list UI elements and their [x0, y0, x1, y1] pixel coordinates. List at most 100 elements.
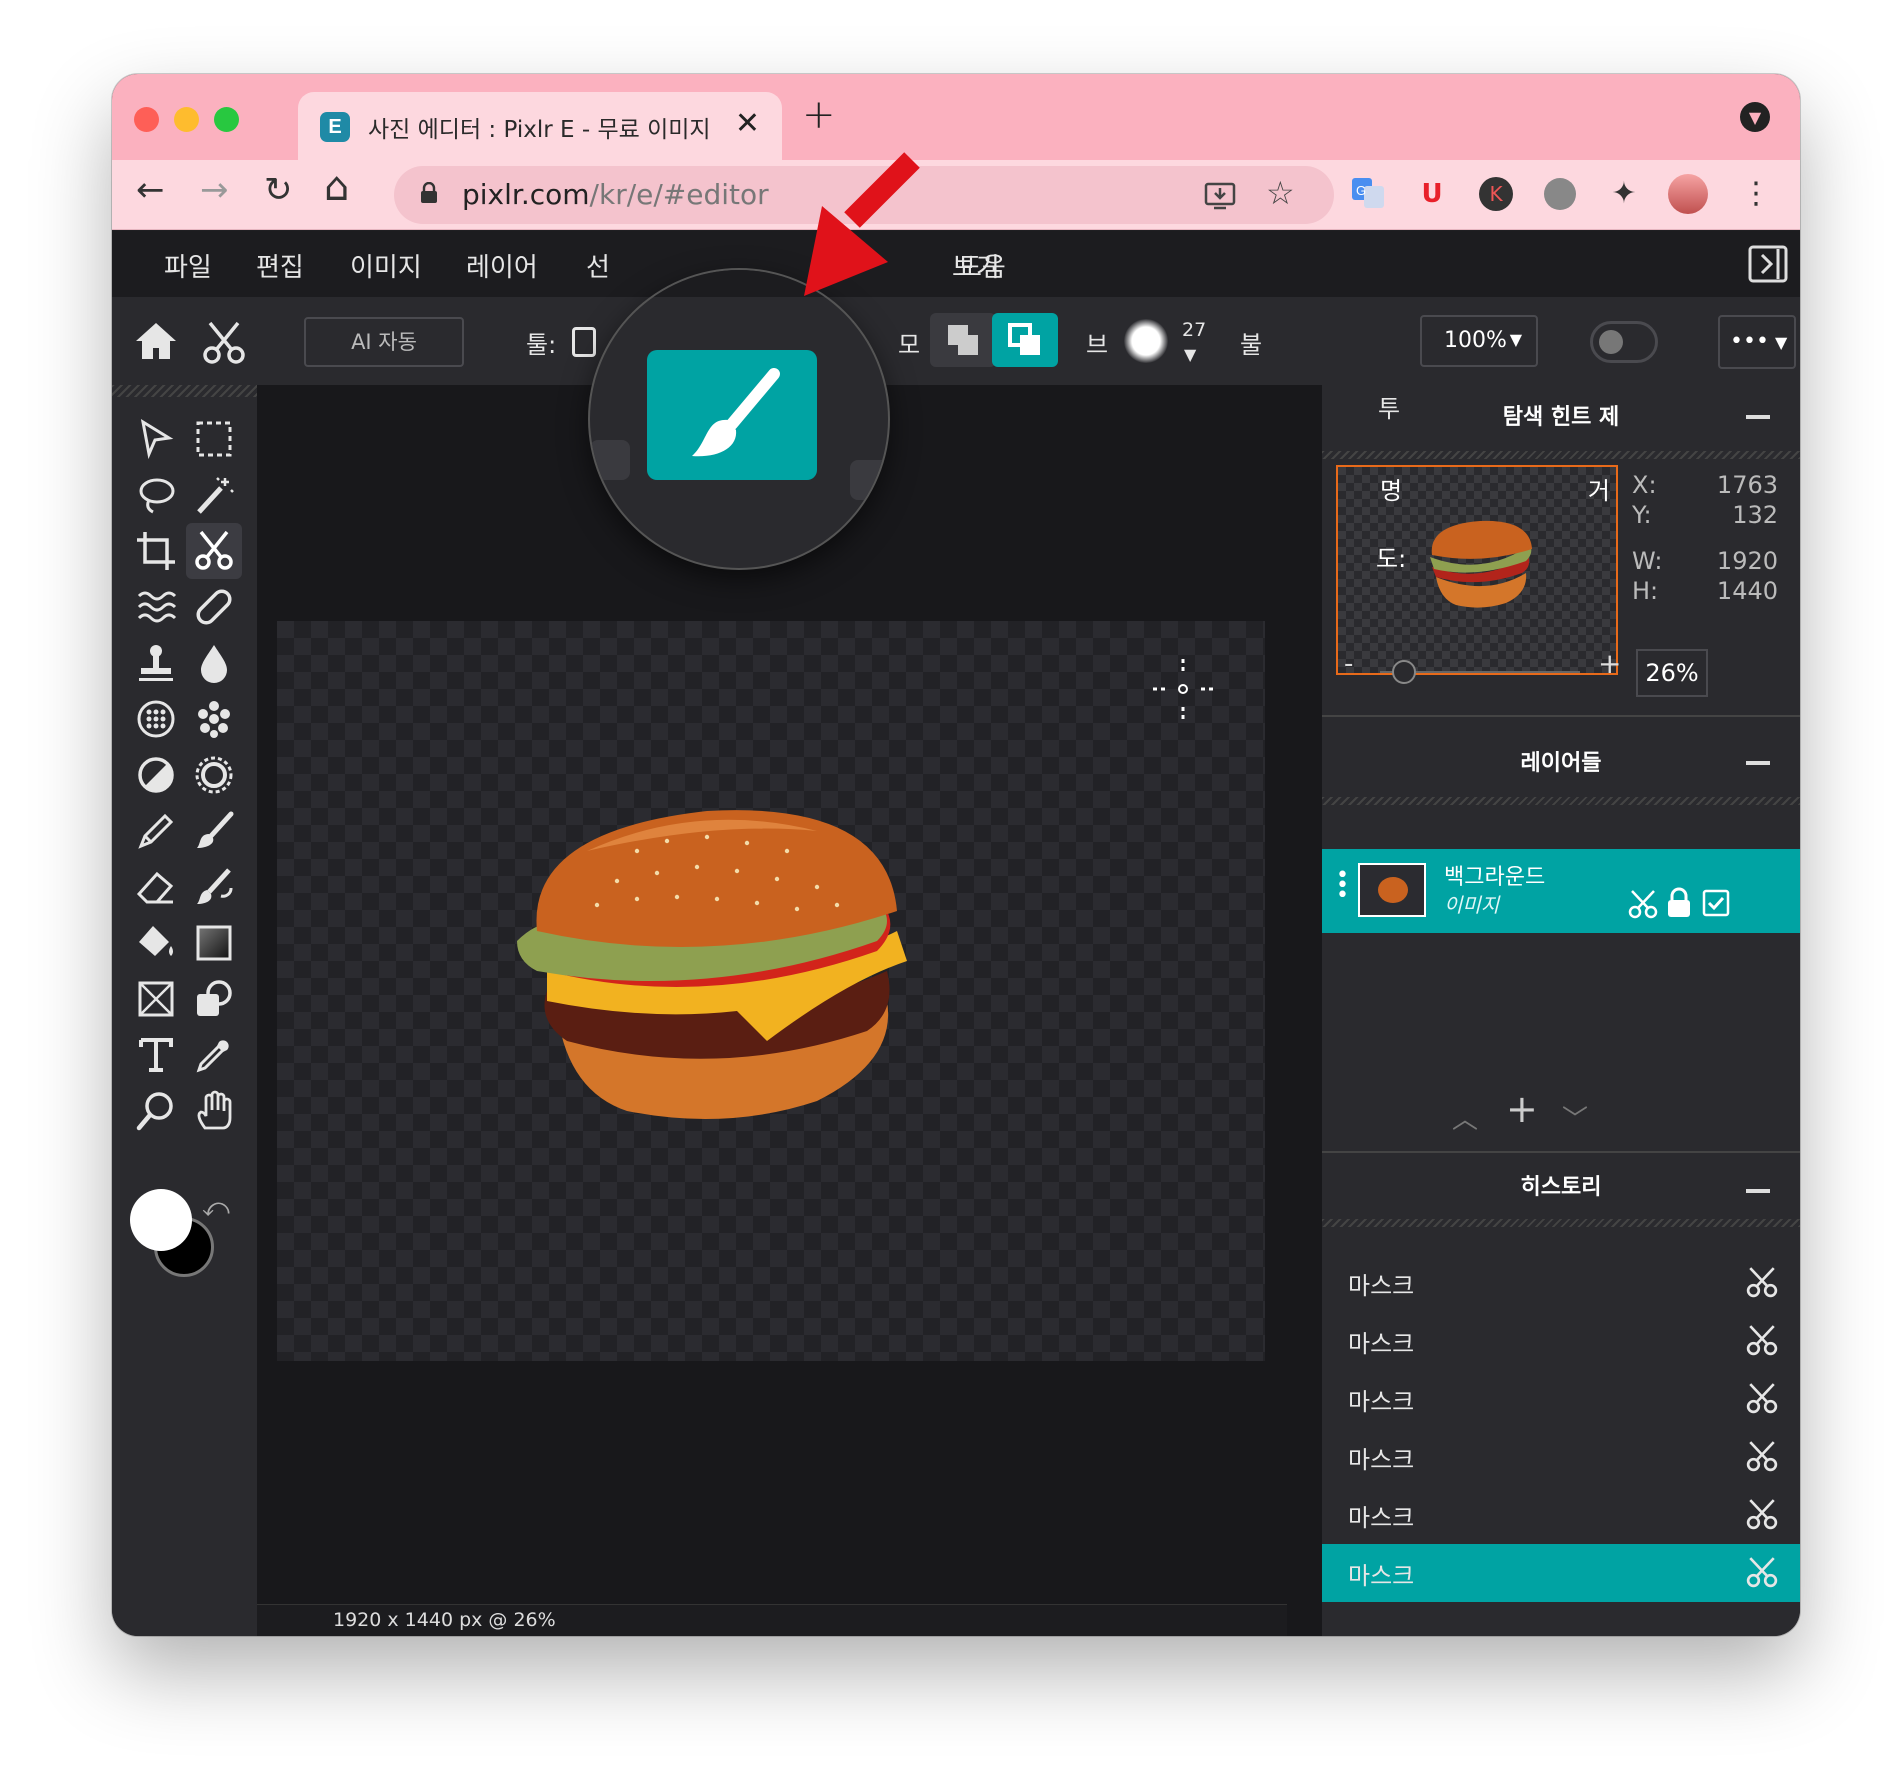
home-icon[interactable] — [134, 321, 178, 361]
history-item[interactable]: 마스크 — [1322, 1370, 1800, 1428]
history-item[interactable]: 마스크 — [1322, 1254, 1800, 1312]
zoom-in-button[interactable]: + — [1598, 647, 1621, 680]
history-item[interactable]: 마스크 — [1322, 1486, 1800, 1544]
sharpen-tool-icon[interactable] — [186, 747, 242, 803]
y-value: 132 — [1732, 501, 1778, 529]
blur-tool-icon[interactable] — [186, 635, 242, 691]
url-host: pixlr.com — [462, 178, 590, 211]
layer-lock-icon[interactable] — [1666, 887, 1692, 919]
marquee-tool-icon[interactable] — [186, 411, 242, 467]
forward-icon[interactable]: → — [200, 170, 229, 210]
share-extension-icon[interactable] — [1540, 174, 1580, 214]
translate-extension-icon[interactable]: G — [1348, 174, 1388, 214]
collapse-panel-icon[interactable] — [1748, 245, 1788, 283]
gradient-tool-icon[interactable] — [186, 915, 242, 971]
layer-mask-icon[interactable] — [1628, 889, 1658, 919]
lasso-tool-icon[interactable] — [128, 467, 184, 523]
collapse-layers-icon[interactable] — [1746, 761, 1770, 765]
scissors-icon — [1746, 1383, 1778, 1414]
color-replace-tool-icon[interactable] — [186, 859, 242, 915]
image-canvas[interactable] — [277, 621, 1265, 1361]
browser-menu-icon[interactable]: ⋮ — [1736, 174, 1776, 214]
browser-tab[interactable]: E 사진 에디터 : Pixlr E - 무료 이미지 편 ✕ — [298, 92, 782, 162]
k-extension-icon[interactable]: K — [1479, 177, 1513, 211]
zoom-out-button[interactable]: - — [1344, 649, 1353, 679]
arrange-tool-icon[interactable] — [128, 411, 184, 467]
panel-divider — [1322, 797, 1800, 805]
menu-image[interactable]: 이미지 — [350, 247, 422, 284]
magnifier-callout — [590, 270, 888, 568]
magic-wand-tool-icon[interactable] — [186, 467, 242, 523]
opacity-dropdown[interactable]: 100% ▼ — [1420, 315, 1538, 367]
brush-mode-button[interactable] — [647, 350, 817, 480]
pencil-tool-icon[interactable] — [128, 803, 184, 859]
panel-gutter — [1287, 385, 1322, 1636]
drag-handle-icon[interactable]: • • • — [1336, 865, 1349, 907]
feather-toggle[interactable] — [1590, 321, 1658, 363]
menu-layer[interactable]: 레이어 — [466, 247, 538, 284]
zoom-tool-icon[interactable] — [128, 1083, 184, 1139]
text-tool-icon[interactable] — [128, 1027, 184, 1083]
eraser-tool-icon[interactable] — [128, 859, 184, 915]
ai-auto-button[interactable]: AI 자동 — [304, 317, 464, 367]
mode-subtract-button[interactable] — [930, 313, 996, 367]
dodge-burn-tool-icon[interactable] — [128, 747, 184, 803]
shape-tool-icon[interactable] — [186, 971, 242, 1027]
foreground-color-swatch[interactable] — [130, 1189, 192, 1251]
profile-avatar[interactable] — [1668, 174, 1708, 214]
minimize-window-button[interactable] — [174, 107, 199, 132]
move-layer-down-icon[interactable]: ﹀ — [1562, 1099, 1588, 1136]
brush-size-chevron-icon[interactable]: ▼ — [1184, 345, 1196, 364]
close-window-button[interactable] — [134, 107, 159, 132]
collapse-navigator-icon[interactable] — [1746, 415, 1770, 419]
sponge-tool-icon[interactable] — [186, 691, 242, 747]
zoom-slider[interactable] — [1380, 660, 1580, 684]
close-tab-icon[interactable]: ✕ — [735, 106, 760, 141]
new-tab-button[interactable]: + — [802, 92, 836, 138]
install-app-icon[interactable] — [1204, 180, 1236, 210]
history-item[interactable]: 마스크 — [1322, 1312, 1800, 1370]
collapse-history-icon[interactable] — [1746, 1189, 1770, 1193]
canvas-viewport[interactable] — [257, 385, 1287, 1636]
menu-file[interactable]: 파일 — [164, 247, 212, 284]
menu-edit[interactable]: 편집 — [256, 247, 304, 284]
cutout-tool-icon[interactable] — [202, 321, 246, 365]
heal-tool-icon[interactable] — [186, 579, 242, 635]
right-panel: 탐색 힌트 제 투 명 도: 거 X: 1763 Y: 132 W: 1920 … — [1322, 385, 1800, 1636]
layer-visibility-checkbox-icon[interactable] — [1702, 889, 1730, 917]
home-icon[interactable]: ⌂ — [324, 164, 349, 210]
liquify-tool-icon[interactable] — [128, 579, 184, 635]
cutout-tool-icon[interactable] — [186, 523, 242, 579]
layer-row[interactable]: • • • 백그라운드 이미지 — [1322, 849, 1800, 933]
brush-preview[interactable] — [1124, 319, 1168, 363]
lasso-tool-option[interactable] — [572, 327, 596, 357]
more-options-button[interactable]: ••• ▼ — [1718, 315, 1796, 369]
crop-tool-icon[interactable] — [128, 523, 184, 579]
zoom-slider-thumb[interactable] — [1392, 660, 1416, 684]
move-layer-up-icon[interactable]: ︿ — [1452, 1099, 1478, 1136]
scissors-icon — [1746, 1325, 1778, 1356]
add-layer-icon[interactable]: + — [1506, 1087, 1538, 1131]
reload-icon[interactable]: ↻ — [264, 170, 293, 210]
swap-colors-icon[interactable]: ⤺ — [202, 1193, 230, 1224]
eyedropper-tool-icon[interactable] — [186, 1027, 242, 1083]
pixelate-tool-icon[interactable] — [128, 691, 184, 747]
lock-icon — [421, 182, 437, 203]
history-item[interactable]: 마스크 — [1322, 1428, 1800, 1486]
navigator-preview[interactable]: 명 도: 거 — [1336, 465, 1618, 675]
bookmark-star-icon[interactable]: ☆ — [1266, 174, 1295, 212]
menu-help[interactable]: 도움 — [958, 247, 1006, 284]
brush-tool-icon[interactable] — [186, 803, 242, 859]
zoom-value-input[interactable]: 26% — [1636, 649, 1708, 697]
mode-add-button[interactable] — [992, 313, 1058, 367]
clone-stamp-tool-icon[interactable] — [128, 635, 184, 691]
fill-tool-icon[interactable] — [128, 915, 184, 971]
back-icon[interactable]: ← — [136, 170, 165, 210]
ublock-extension-icon[interactable]: U — [1412, 174, 1452, 214]
puzzle-extensions-icon[interactable]: ✦ — [1604, 174, 1644, 214]
hand-tool-icon[interactable] — [186, 1083, 242, 1139]
placeholder-frame-tool-icon[interactable] — [128, 971, 184, 1027]
history-item[interactable]: 마스크 — [1322, 1544, 1800, 1602]
tab-search-icon[interactable]: ▼ — [1740, 102, 1770, 132]
zoom-window-button[interactable] — [214, 107, 239, 132]
